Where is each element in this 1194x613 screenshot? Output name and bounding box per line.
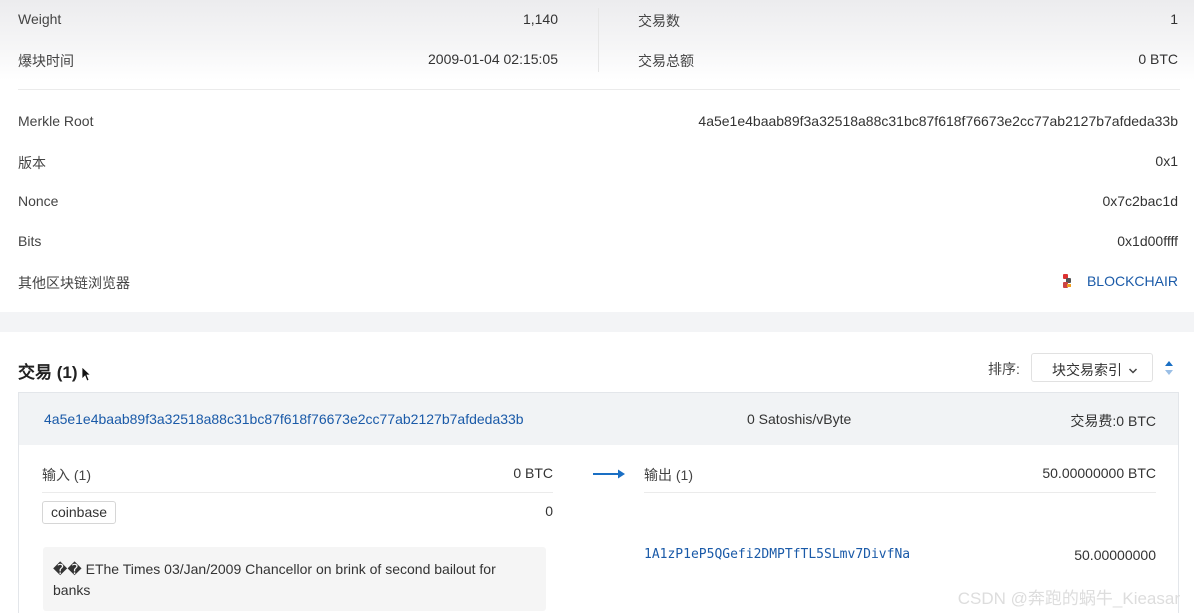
transaction-fee: 交易费:0 BTC bbox=[1070, 413, 1156, 429]
output-value: 50.00000000 bbox=[1074, 547, 1156, 563]
tx-total-label: 交易总额 bbox=[638, 53, 694, 69]
bits-label: Bits bbox=[18, 233, 42, 249]
section-divider bbox=[18, 89, 1180, 90]
coinbase-badge: coinbase bbox=[42, 501, 116, 524]
block-time-value: 2009-01-04 02:15:05 bbox=[428, 51, 558, 67]
transactions-title: 交易 (1) bbox=[18, 363, 78, 382]
version-value: 0x1 bbox=[1155, 153, 1178, 169]
tx-count-value: 1 bbox=[1170, 11, 1178, 27]
block-stats-band bbox=[0, 0, 1194, 80]
fee-rate: 0 Satoshis/vByte bbox=[747, 411, 852, 427]
blockchair-link[interactable]: BLOCKCHAIR bbox=[1061, 273, 1178, 289]
watermark: CSDN @奔跑的蜗牛_Kieasar bbox=[957, 589, 1180, 608]
nonce-value: 0x7c2bac1d bbox=[1102, 193, 1178, 209]
output-address-link[interactable]: 1A1zP1eP5QGefi2DMPTfTL5SLmv7DivfNa bbox=[644, 547, 910, 562]
tx-count-label: 交易数 bbox=[638, 13, 680, 29]
outputs-label: 输出 (1) bbox=[644, 467, 693, 483]
bits-value: 0x1d00ffff bbox=[1117, 233, 1178, 249]
mouse-cursor-icon bbox=[81, 366, 92, 382]
sort-select-value: 块交易索引 bbox=[1052, 362, 1122, 378]
block-time-label: 爆块时间 bbox=[18, 53, 74, 69]
version-label: 版本 bbox=[18, 155, 46, 171]
sort-label: 排序: bbox=[988, 361, 1020, 377]
other-explorers-label: 其他区块链浏览器 bbox=[18, 275, 130, 291]
inputs-label: 输入 (1) bbox=[42, 467, 91, 483]
blockchair-link-label: BLOCKCHAIR bbox=[1086, 273, 1178, 289]
transaction-hash-link[interactable]: 4a5e1e4baab89f3a32518a88c31bc87f618f7667… bbox=[44, 411, 524, 427]
sort-direction-toggle-icon[interactable] bbox=[1163, 359, 1175, 377]
coinbase-value: 0 bbox=[545, 503, 553, 519]
coinbase-message: �� EThe Times 03/Jan/2009 Chancellor on … bbox=[53, 561, 496, 598]
blockchair-logo-icon bbox=[1061, 273, 1073, 289]
nonce-label: Nonce bbox=[18, 193, 59, 209]
weight-label: Weight bbox=[18, 11, 62, 27]
coinbase-message-box: �� EThe Times 03/Jan/2009 Chancellor on … bbox=[43, 547, 546, 611]
stats-divider bbox=[598, 8, 599, 72]
inputs-total: 0 BTC bbox=[513, 465, 553, 481]
weight-value: 1,140 bbox=[522, 11, 558, 27]
arrow-right-icon bbox=[592, 467, 626, 479]
sort-select[interactable]: 块交易索引 bbox=[1031, 353, 1153, 382]
inputs-divider bbox=[42, 492, 553, 493]
merkle-root-label: Merkle Root bbox=[18, 113, 94, 129]
block-details-card: Weight 1,140 爆块时间 2009-01-04 02:15:05 交易… bbox=[0, 0, 1194, 312]
chevron-down-icon bbox=[1128, 363, 1138, 374]
merkle-root-value: 4a5e1e4baab89f3a32518a88c31bc87f618f7667… bbox=[698, 113, 1178, 129]
outputs-total: 50.00000000 BTC bbox=[1042, 465, 1156, 481]
tx-total-value: 0 BTC bbox=[1138, 51, 1178, 67]
outputs-divider bbox=[644, 492, 1156, 493]
